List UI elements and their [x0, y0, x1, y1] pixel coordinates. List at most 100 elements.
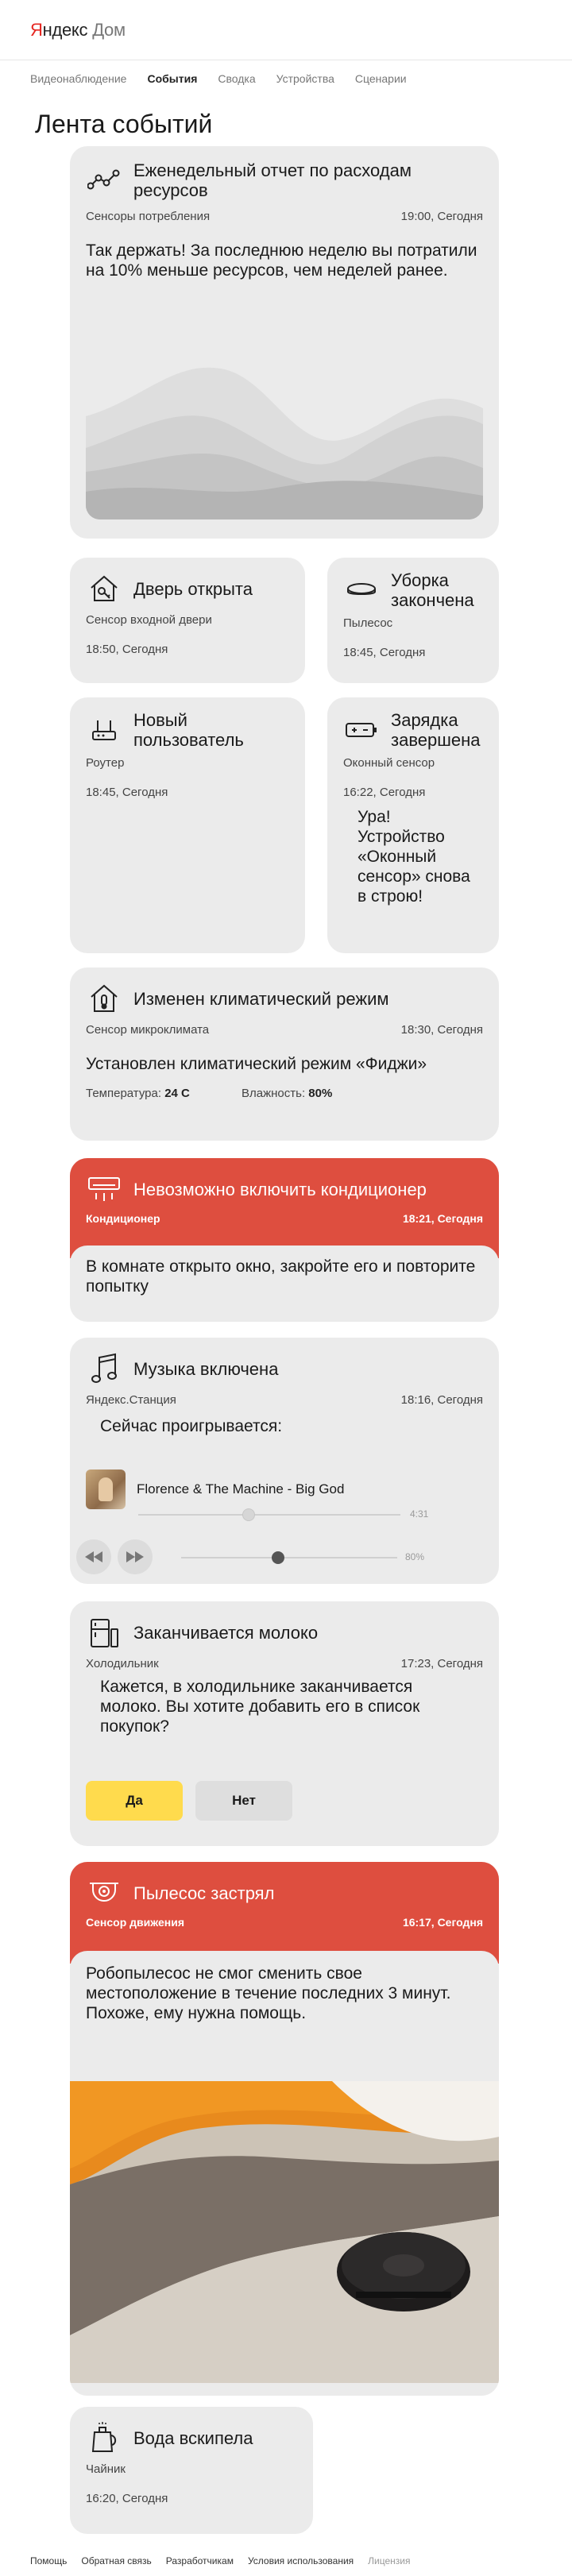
- card-text: В комнате открыто окно, закройте его и п…: [86, 1257, 476, 1296]
- usage-waves-graphic: [86, 367, 483, 519]
- card-text: Установлен климатический режим «Фиджи»: [86, 1055, 427, 1073]
- nav-scenarios[interactable]: Сценарии: [355, 72, 407, 85]
- card-source: Сенсор движения: [86, 1916, 184, 1929]
- house-key-icon: [86, 570, 122, 607]
- card-title: Вода вскипела: [133, 2427, 253, 2448]
- temperature-label: Температура:: [86, 1087, 162, 1100]
- card-door-open[interactable]: Дверь открыта Сенсор входной двери 18:50…: [70, 558, 305, 683]
- nav-summary[interactable]: Сводка: [218, 72, 255, 85]
- card-source: Роутер: [86, 756, 125, 770]
- track-remaining: 4:31: [410, 1508, 429, 1520]
- card-text: Кажется, в холодильнике заканчивается мо…: [100, 1678, 420, 1736]
- card-time: 18:45, Сегодня: [343, 646, 426, 659]
- router-icon: [86, 712, 122, 748]
- card-title: Еженедельный отчет по расходам ресурсов: [133, 160, 412, 200]
- card-time: 18:30, Сегодня: [400, 1023, 483, 1037]
- card-source: Кондиционер: [86, 1212, 160, 1225]
- card-source: Сенсор микроклимата: [86, 1023, 210, 1037]
- battery-icon: [343, 712, 380, 748]
- card-time: 18:16, Сегодня: [400, 1393, 483, 1407]
- card-time: 18:45, Сегодня: [86, 786, 168, 799]
- card-title: Дверь открыта: [133, 578, 253, 599]
- fast-forward-icon: [126, 1551, 144, 1562]
- card-title: Изменен климатический режим: [133, 988, 389, 1009]
- card-source: Сенсоры потребления: [86, 210, 211, 223]
- temperature-value: 24 C: [164, 1087, 190, 1100]
- card-title: Зарядка завершена: [391, 710, 481, 750]
- rewind-button[interactable]: [76, 1539, 111, 1574]
- card-new-user[interactable]: Новый пользователь Роутер 18:45, Сегодня: [70, 697, 305, 953]
- card-time: 16:20, Сегодня: [86, 2492, 168, 2505]
- rewind-icon: [85, 1551, 102, 1562]
- footer: Помощь Обратная связь Разработчикам Усло…: [0, 2546, 572, 2576]
- main-nav: Видеонаблюдение События Сводка Устройств…: [0, 60, 572, 97]
- card-source: Холодильник: [86, 1657, 159, 1670]
- card-title: Новый пользователь: [133, 710, 244, 750]
- card-cleaning-done[interactable]: Уборка закончена Пылесос 18:45, Сегодня: [327, 558, 499, 683]
- card-climate-mode[interactable]: Изменен климатический режим Сенсор микро…: [70, 967, 499, 1141]
- card-title: Заканчивается молоко: [133, 1622, 319, 1643]
- card-weekly-report[interactable]: Еженедельный отчет по расходам ресурсов …: [70, 146, 499, 539]
- card-title: Пылесос застрял: [133, 1883, 275, 1903]
- card-text: Так держать! За последнюю неделю вы потр…: [86, 241, 477, 280]
- yes-button[interactable]: Да: [86, 1781, 183, 1821]
- humidity-label: Влажность:: [242, 1087, 306, 1100]
- forward-button[interactable]: [118, 1539, 153, 1574]
- card-time: 16:22, Сегодня: [343, 786, 426, 799]
- stuck-vacuum-photo: [70, 2081, 499, 2383]
- card-source: Оконный сенсор: [343, 756, 435, 770]
- card-source: Яндекс.Станция: [86, 1393, 176, 1407]
- nav-devices[interactable]: Устройства: [276, 72, 334, 85]
- footer-link-help[interactable]: Помощь: [30, 2555, 67, 2566]
- humidity-value: 80%: [308, 1087, 333, 1100]
- page-title: Лента событий: [35, 110, 213, 138]
- yandex-dom-logo[interactable]: Яндекс Дом: [30, 20, 126, 41]
- card-time: 18:50, Сегодня: [86, 643, 168, 656]
- no-button[interactable]: Нет: [195, 1781, 292, 1821]
- card-time: 16:17, Сегодня: [402, 1916, 483, 1929]
- track-progress-slider[interactable]: [138, 1508, 400, 1521]
- fridge-icon: [86, 1614, 122, 1651]
- volume-knob[interactable]: [272, 1551, 285, 1564]
- album-cover: [86, 1470, 126, 1509]
- air-conditioner-icon: [86, 1171, 122, 1207]
- music-note-icon: [86, 1350, 122, 1387]
- top-bar: Яндекс Дом: [0, 0, 572, 60]
- camera-sensor-icon: [86, 1875, 122, 1911]
- nav-events[interactable]: События: [147, 72, 197, 85]
- card-kettle[interactable]: Вода вскипела Чайник 16:20, Сегодня: [70, 2407, 313, 2534]
- footer-link-developers[interactable]: Разработчикам: [166, 2555, 234, 2566]
- card-text: Робопылесос не смог сменить свое местопо…: [86, 1964, 451, 2022]
- house-thermometer-icon: [86, 980, 122, 1017]
- card-milk[interactable]: Заканчивается молоко Холодильник 17:23, …: [70, 1601, 499, 1846]
- footer-link-license[interactable]: Лицензия: [368, 2555, 410, 2566]
- card-time: 17:23, Сегодня: [400, 1657, 483, 1670]
- nav-video[interactable]: Видеонаблюдение: [30, 72, 126, 85]
- robot-vacuum-icon: [343, 572, 380, 608]
- card-text: Ура! Устройство «Оконный сенсор» снова в…: [358, 808, 470, 906]
- card-title: Уборка закончена: [391, 570, 474, 610]
- logo-text: ндекс: [42, 19, 88, 40]
- card-source: Пылесос: [343, 616, 393, 630]
- card-ac-error[interactable]: Невозможно включить кондиционер Кондицио…: [70, 1158, 499, 1322]
- progress-knob[interactable]: [242, 1508, 255, 1521]
- card-time: 19:00, Сегодня: [400, 210, 483, 223]
- card-source: Чайник: [86, 2462, 126, 2476]
- now-playing-label: Сейчас проигрывается:: [100, 1417, 283, 1435]
- card-music[interactable]: Музыка включена Яндекс.Станция 18:16, Се…: [70, 1338, 499, 1584]
- footer-link-feedback[interactable]: Обратная связь: [81, 2555, 151, 2566]
- logo-dom: Дом: [92, 19, 126, 40]
- chart-line-icon: [86, 162, 122, 199]
- footer-link-terms[interactable]: Условия использования: [248, 2555, 354, 2566]
- logo-letter: Я: [30, 19, 43, 40]
- volume-slider[interactable]: [181, 1551, 397, 1564]
- card-source: Сенсор входной двери: [86, 613, 212, 627]
- card-charging-done[interactable]: Зарядка завершена Оконный сенсор 16:22, …: [327, 697, 499, 953]
- card-vacuum-stuck[interactable]: Пылесос застрял Сенсор движения 16:17, С…: [70, 1862, 499, 2396]
- card-title: Невозможно включить кондиционер: [133, 1179, 427, 1199]
- volume-value: 80%: [405, 1551, 425, 1562]
- track-title: Florence & The Machine - Big God: [137, 1481, 345, 1497]
- kettle-icon: [86, 2420, 122, 2456]
- card-time: 18:21, Сегодня: [402, 1212, 483, 1225]
- card-title: Музыка включена: [133, 1358, 279, 1379]
